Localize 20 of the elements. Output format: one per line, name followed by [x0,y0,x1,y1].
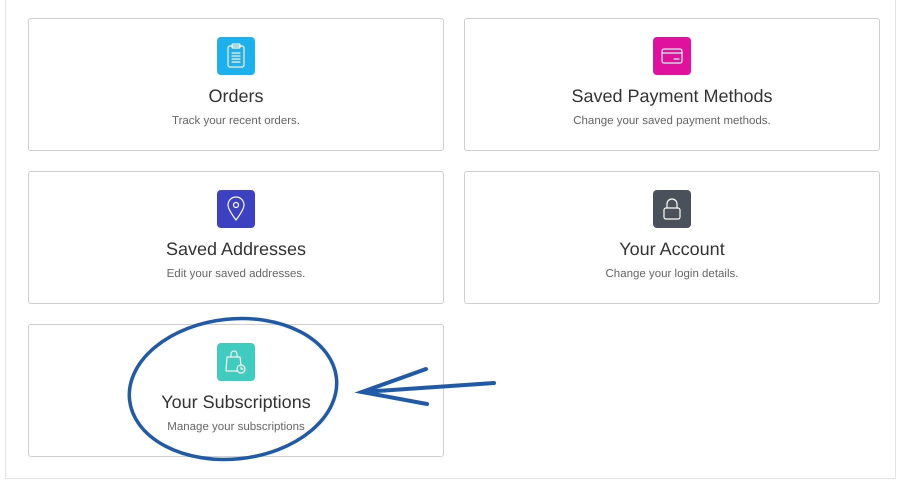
account-card[interactable]: Your Account Change your login details. [464,171,880,304]
card-title: Orders [208,85,264,108]
card-title: Your Subscriptions [161,391,311,414]
location-pin-icon [226,196,246,222]
card-description: Manage your subscriptions [167,420,305,434]
clipboard-icon [225,43,247,69]
card-title: Saved Addresses [166,238,306,261]
credit-card-icon [660,47,684,65]
card-title: Your Account [619,238,725,261]
card-title: Saved Payment Methods [571,85,773,108]
card-description: Change your login details. [606,267,738,281]
card-description: Edit your saved addresses. [166,267,306,281]
account-card[interactable]: Saved Addresses Edit your saved addresses. [28,171,444,304]
shopping-bag-icon [224,349,248,375]
card-description: Change your saved payment methods. [573,114,771,128]
card-description: Track your recent orders. [172,114,300,128]
account-card[interactable]: Saved Payment Methods Change your saved payment methods. [464,18,880,151]
padlock-icon [662,197,682,221]
account-card[interactable]: Orders Track your recent orders. [28,18,444,151]
account-card[interactable]: Your Subscriptions Manage your subscriptions [28,324,444,457]
